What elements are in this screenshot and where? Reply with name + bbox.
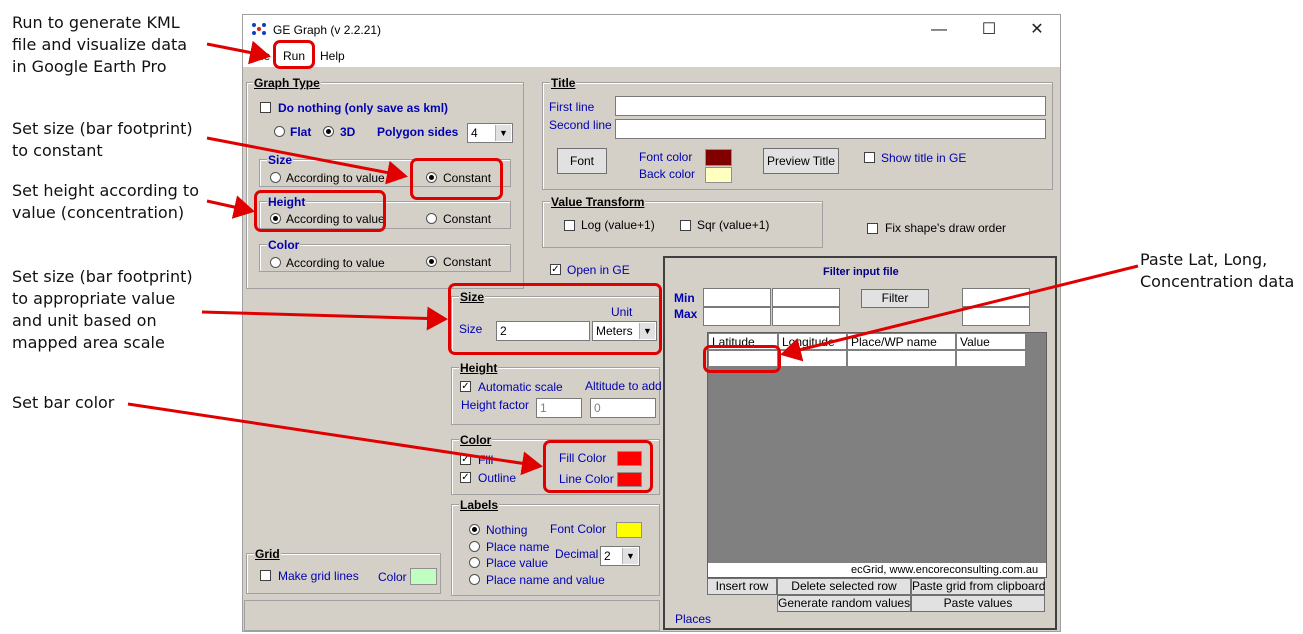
arrow-size-unit bbox=[201, 306, 448, 331]
annotation-arrows bbox=[127, 40, 1139, 476]
arrow-paste bbox=[780, 264, 1139, 362]
arrow-size-constant bbox=[206, 136, 408, 185]
arrow-run bbox=[206, 40, 271, 65]
arrow-height-value bbox=[206, 195, 255, 219]
arrow-bar-color bbox=[127, 402, 543, 476]
